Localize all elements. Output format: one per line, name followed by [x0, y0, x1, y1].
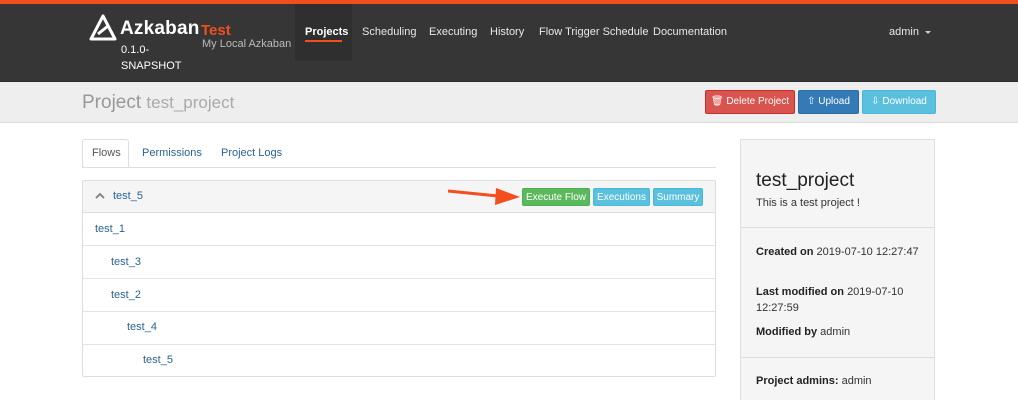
flow-name-link[interactable]: test_5: [113, 190, 143, 202]
nav-item-flow-trigger-schedule[interactable]: Flow Trigger Schedule: [539, 26, 648, 38]
sidebar-project-description: This is a test project !: [756, 197, 860, 209]
execute-flow-button[interactable]: Execute Flow: [522, 188, 590, 206]
nav-item-executing[interactable]: Executing: [429, 26, 477, 38]
nav-item-history[interactable]: History: [490, 26, 524, 38]
job-link[interactable]: test_2: [111, 289, 141, 301]
last-modified-label: Last modified on: [756, 286, 844, 298]
brand-version: 0.1.0-SNAPSHOT: [121, 44, 182, 72]
sidebar-divider: [741, 227, 934, 228]
upload-label: Upload: [818, 96, 850, 107]
job-link[interactable]: test_3: [111, 256, 141, 268]
nav-item-scheduling[interactable]: Scheduling: [362, 26, 416, 38]
project-admins-label: Project admins:: [756, 375, 839, 387]
brand-name[interactable]: Azkaban: [120, 18, 200, 40]
page-title: Project test_project: [82, 92, 234, 114]
azkaban-logo-icon[interactable]: [89, 14, 117, 42]
user-menu[interactable]: admin: [889, 26, 931, 38]
upload-icon: ⇧: [807, 96, 816, 107]
nav-active-underline: [305, 40, 342, 42]
sidebar-project-name: test_project: [756, 170, 855, 191]
job-link[interactable]: test_1: [95, 223, 125, 235]
user-name: admin: [889, 26, 919, 38]
trash-icon: 🗑: [710, 96, 724, 107]
download-label: Download: [882, 96, 927, 107]
nav-item-projects[interactable]: Projects: [305, 26, 348, 38]
created-value: 2019-07-10 12:27:47: [816, 246, 919, 258]
delete-project-button[interactable]: 🗑 Delete Project: [705, 90, 795, 114]
row-divider: [83, 245, 715, 246]
download-icon: ⇩: [871, 96, 880, 107]
job-link[interactable]: test_5: [143, 354, 173, 366]
sidebar-modified-by: Modified by admin: [756, 324, 926, 340]
created-label: Created on: [756, 246, 814, 258]
nav-item-documentation[interactable]: Documentation: [653, 26, 727, 38]
row-divider: [83, 311, 715, 312]
row-divider: [83, 344, 715, 345]
sidebar-divider: [741, 357, 934, 358]
tabs-divider: [82, 167, 716, 168]
job-link[interactable]: test_4: [127, 321, 157, 333]
page-title-prefix: Project: [82, 92, 142, 113]
row-divider: [83, 278, 715, 279]
page-title-project: test_project: [146, 93, 235, 112]
tab-flows[interactable]: Flows: [92, 147, 121, 159]
project-admins-value: admin: [841, 375, 872, 387]
environment-name: Test: [201, 22, 231, 39]
modified-by-label: Modified by: [756, 326, 818, 338]
executions-button[interactable]: Executions: [593, 188, 650, 206]
summary-button[interactable]: Summary: [653, 188, 703, 206]
modified-by-value: admin: [820, 326, 851, 338]
caret-down-icon: [924, 30, 931, 34]
sidebar-last-modified: Last modified on 2019-07-10 12:27:59: [756, 284, 926, 316]
upload-button[interactable]: ⇧ Upload: [798, 90, 859, 114]
environment-description: My Local Azkaban: [202, 38, 292, 50]
tab-permissions[interactable]: Permissions: [142, 147, 202, 159]
download-button[interactable]: ⇩ Download: [862, 90, 936, 114]
chevron-up-icon[interactable]: [95, 192, 105, 199]
arrow-annotation: [447, 188, 520, 205]
sidebar-created: Created on 2019-07-10 12:27:47: [756, 244, 926, 260]
sidebar-project-admins: Project admins: admin: [756, 373, 926, 389]
delete-project-label: Delete Project: [726, 96, 790, 107]
tab-project-logs[interactable]: Project Logs: [221, 147, 282, 159]
